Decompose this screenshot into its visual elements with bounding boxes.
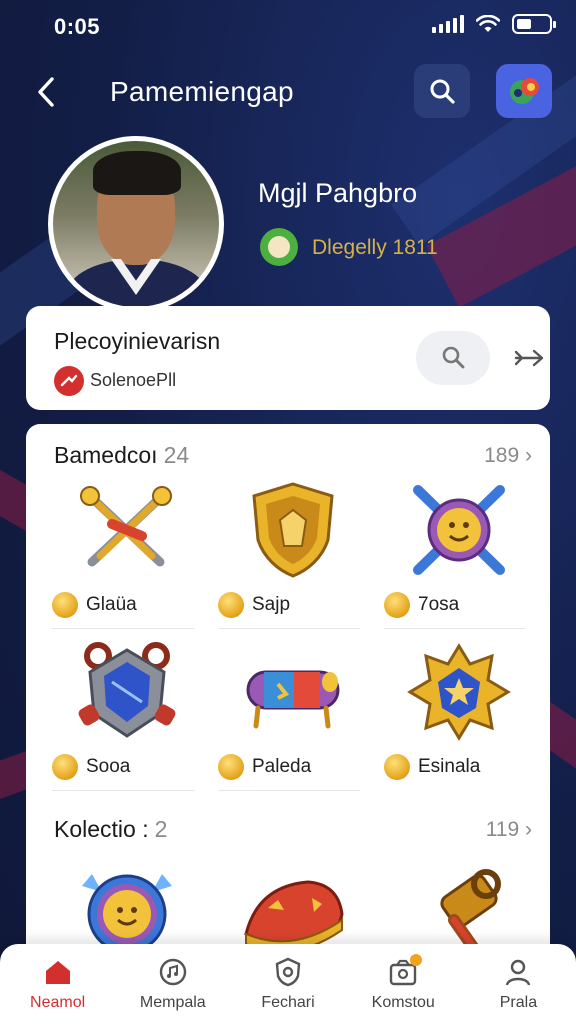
- badge-item[interactable]: Paleda: [218, 642, 368, 792]
- badge-name: Paleda: [252, 756, 312, 777]
- badge-item[interactable]: Sooa: [52, 642, 202, 792]
- nav-item-profile[interactable]: Prala: [461, 944, 576, 1024]
- nav-item-feature[interactable]: Fechari: [230, 944, 345, 1024]
- status-time: 0:05: [54, 14, 101, 39]
- badge-name: Sajp: [252, 594, 291, 615]
- zoom-icon: [442, 346, 465, 369]
- smiley-emblem-icon: [413, 485, 505, 575]
- info-card-label: Plecoyinievarisn: [54, 328, 221, 354]
- coin-icon: [52, 754, 78, 780]
- level-badge-icon: [260, 228, 298, 266]
- search-icon: [430, 79, 455, 104]
- status-bar: 0:05: [0, 0, 576, 52]
- header: Pamemiengap: [0, 60, 576, 124]
- page-title: Pamemiengap: [110, 76, 294, 107]
- badge-name: 7osa: [418, 594, 460, 615]
- collection-section-count: 2: [154, 816, 168, 842]
- wifi-icon: [476, 15, 500, 32]
- nav-label: Prala: [499, 994, 538, 1011]
- badges-section-count: 24: [163, 442, 190, 468]
- avatar-photo: [53, 141, 219, 307]
- crossed-axes-icon: [80, 486, 172, 567]
- badge-name: Sooa: [86, 756, 131, 777]
- profile-name: Mgjl Pahgbro: [258, 178, 418, 208]
- search-button[interactable]: [414, 64, 470, 118]
- badge-item[interactable]: Glaüa: [52, 480, 202, 630]
- collection-section-title: Kolectio :: [54, 816, 149, 842]
- badges-section-header: Bamedcoı 24: [54, 442, 189, 469]
- zoom-button[interactable]: [416, 331, 490, 385]
- coin-icon: [52, 592, 78, 618]
- collection-section-header: Kolectio :2: [54, 816, 167, 843]
- avatar[interactable]: [48, 136, 224, 312]
- info-card-sub-label: SolenoePll: [90, 370, 177, 390]
- signal-icon: [432, 15, 464, 33]
- nav-label: Mempala: [139, 994, 206, 1011]
- coin-icon: [384, 754, 410, 780]
- arrow-emblem-icon: [54, 366, 84, 396]
- game-logo-icon: [510, 78, 539, 104]
- battery-icon: [512, 14, 556, 34]
- profile-icon: [506, 959, 531, 986]
- notification-dot: [409, 954, 422, 966]
- nav-label: Neamol: [30, 994, 86, 1011]
- badge-item[interactable]: Sajp: [218, 480, 368, 630]
- back-arrow-icon[interactable]: [32, 74, 62, 110]
- nav-item-media[interactable]: Mempala: [115, 944, 230, 1024]
- coin-icon: [218, 754, 244, 780]
- nav-item-inbox[interactable]: Komstou: [346, 944, 461, 1024]
- badge-name: Esinala: [418, 756, 481, 777]
- scroll-icon: [246, 670, 340, 729]
- nav-item-home[interactable]: Neamol: [0, 944, 115, 1024]
- bottom-nav: Neamol Mempala Fechari Komstou Prala: [0, 944, 576, 1024]
- collection-see-all-link[interactable]: 119 ›: [486, 818, 532, 842]
- nav-label: Komstou: [371, 994, 435, 1011]
- music-disc-icon: [159, 958, 186, 986]
- nav-label: Fechari: [261, 994, 315, 1011]
- golden-shield-icon: [252, 482, 334, 578]
- forward-arrow-icon[interactable]: [512, 344, 548, 372]
- coin-icon: [218, 592, 244, 618]
- badge-item[interactable]: Esinala: [384, 642, 534, 792]
- badge-item[interactable]: 7osa: [384, 480, 534, 630]
- coin-icon: [384, 592, 410, 618]
- star-badge-icon: [407, 643, 511, 741]
- badges-section-title: Bamedcoı: [54, 442, 158, 468]
- info-card: Plecoyinievarisn SolenoePll: [26, 306, 550, 410]
- gem-crest-icon: [78, 642, 176, 738]
- badges-see-all-link[interactable]: 189 ›: [484, 444, 532, 468]
- profile-level: Dlegelly 1811: [312, 236, 438, 259]
- collections-card: Bamedcoı 24 189 › Glaüa Sajp 7osa Sooa P…: [26, 424, 550, 984]
- app-logo-button[interactable]: [496, 64, 552, 118]
- shield-gear-icon: [275, 957, 301, 987]
- home-icon: [45, 961, 70, 984]
- badge-name: Glaüa: [86, 594, 137, 615]
